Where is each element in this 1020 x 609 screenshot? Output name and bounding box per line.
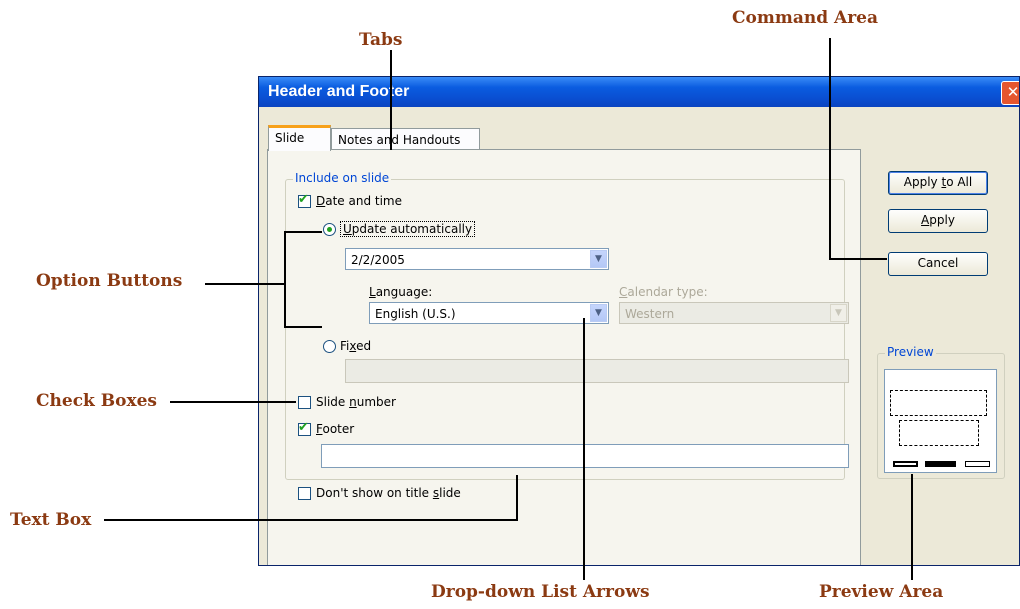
- callout-text-box: Text Box: [10, 510, 92, 530]
- language-dropdown[interactable]: English (U.S.) ▼: [369, 302, 609, 324]
- leader-preview: [911, 474, 913, 580]
- date-time-label: Date and time: [316, 194, 403, 208]
- leader-tabs: [390, 50, 392, 150]
- dropdown-arrow-icon[interactable]: ▼: [590, 250, 607, 268]
- dont-show-title-label: Don't show on title slide: [316, 486, 461, 500]
- dialog-title: Header and Footer: [268, 83, 410, 100]
- leader-option-bottom: [284, 326, 322, 328]
- leader-textbox-h: [104, 519, 518, 521]
- preview-thumbnail: [884, 369, 997, 473]
- leader-textbox-v: [516, 475, 518, 521]
- check-icon: ✔: [298, 420, 309, 435]
- tab-notes-handouts[interactable]: Notes and Handouts: [331, 128, 480, 150]
- dropdown-arrow-icon[interactable]: ▼: [590, 304, 607, 322]
- preview-footer-placeholder: [925, 461, 956, 467]
- tab-panel: Include on slide ✔ Date and time Update …: [267, 149, 861, 565]
- leader-option-v: [284, 231, 286, 328]
- footer-text-field[interactable]: [321, 444, 849, 468]
- footer-checkbox[interactable]: ✔: [298, 420, 311, 436]
- leader-checkbox: [170, 401, 296, 403]
- tab-slide[interactable]: Slide: [268, 125, 331, 151]
- update-automatically-label: Update automatically: [340, 221, 476, 237]
- date-format-dropdown[interactable]: 2/2/2005 ▼: [345, 248, 609, 270]
- tab-slide-label: Slide: [275, 131, 305, 145]
- preview-number-placeholder: [965, 461, 990, 467]
- group-label: Include on slide: [293, 171, 392, 185]
- callout-dropdown-arrows: Drop-down List Arrows: [431, 582, 650, 602]
- update-automatically-radio[interactable]: [323, 223, 336, 236]
- date-format-value: 2/2/2005: [351, 253, 405, 267]
- leader-dropdown: [583, 318, 585, 580]
- fixed-radio[interactable]: [323, 340, 336, 353]
- fixed-label: Fixed: [340, 339, 372, 353]
- dropdown-arrow-icon[interactable]: ▼: [830, 304, 847, 322]
- radio-dot: [327, 227, 332, 232]
- language-value: English (U.S.): [375, 307, 456, 321]
- leader-option-top: [284, 231, 322, 233]
- close-icon[interactable]: ✕: [1001, 81, 1019, 105]
- calendar-type-dropdown[interactable]: Western ▼: [619, 302, 849, 324]
- apply-to-all-button[interactable]: Apply to All: [888, 171, 988, 195]
- callout-check-boxes: Check Boxes: [36, 391, 157, 411]
- callout-command-area: Command Area: [732, 8, 879, 28]
- leader-option-h: [205, 283, 285, 285]
- slide-number-label: Slide number: [316, 395, 396, 409]
- preview-date-placeholder: [893, 461, 918, 467]
- calendar-type-label: Calendar type:: [619, 285, 708, 299]
- date-time-checkbox[interactable]: ✔: [298, 192, 311, 208]
- title-bar[interactable]: Header and Footer ✕: [259, 77, 1019, 107]
- slide-number-checkbox[interactable]: [298, 396, 311, 409]
- footer-label: Footer: [316, 422, 355, 436]
- callout-option-buttons: Option Buttons: [36, 271, 183, 291]
- header-footer-dialog: Header and Footer ✕ Slide Notes and Hand…: [258, 76, 1020, 566]
- preview-body-placeholder: [899, 420, 979, 446]
- calendar-type-value: Western: [625, 307, 675, 321]
- callout-preview-area: Preview Area: [819, 582, 944, 602]
- language-label: Language:: [369, 285, 433, 299]
- tab-notes-label: Notes and Handouts: [338, 133, 461, 147]
- callout-tabs: Tabs: [359, 30, 403, 50]
- dont-show-title-checkbox[interactable]: [298, 487, 311, 500]
- preview-title-placeholder: [890, 390, 987, 416]
- leader-command-h: [829, 258, 887, 260]
- preview-label: Preview: [885, 345, 936, 359]
- apply-button[interactable]: Apply: [888, 209, 988, 233]
- check-icon: ✔: [298, 192, 309, 207]
- fixed-date-field[interactable]: [345, 359, 849, 383]
- leader-command-v: [829, 38, 831, 260]
- cancel-button[interactable]: Cancel: [888, 252, 988, 276]
